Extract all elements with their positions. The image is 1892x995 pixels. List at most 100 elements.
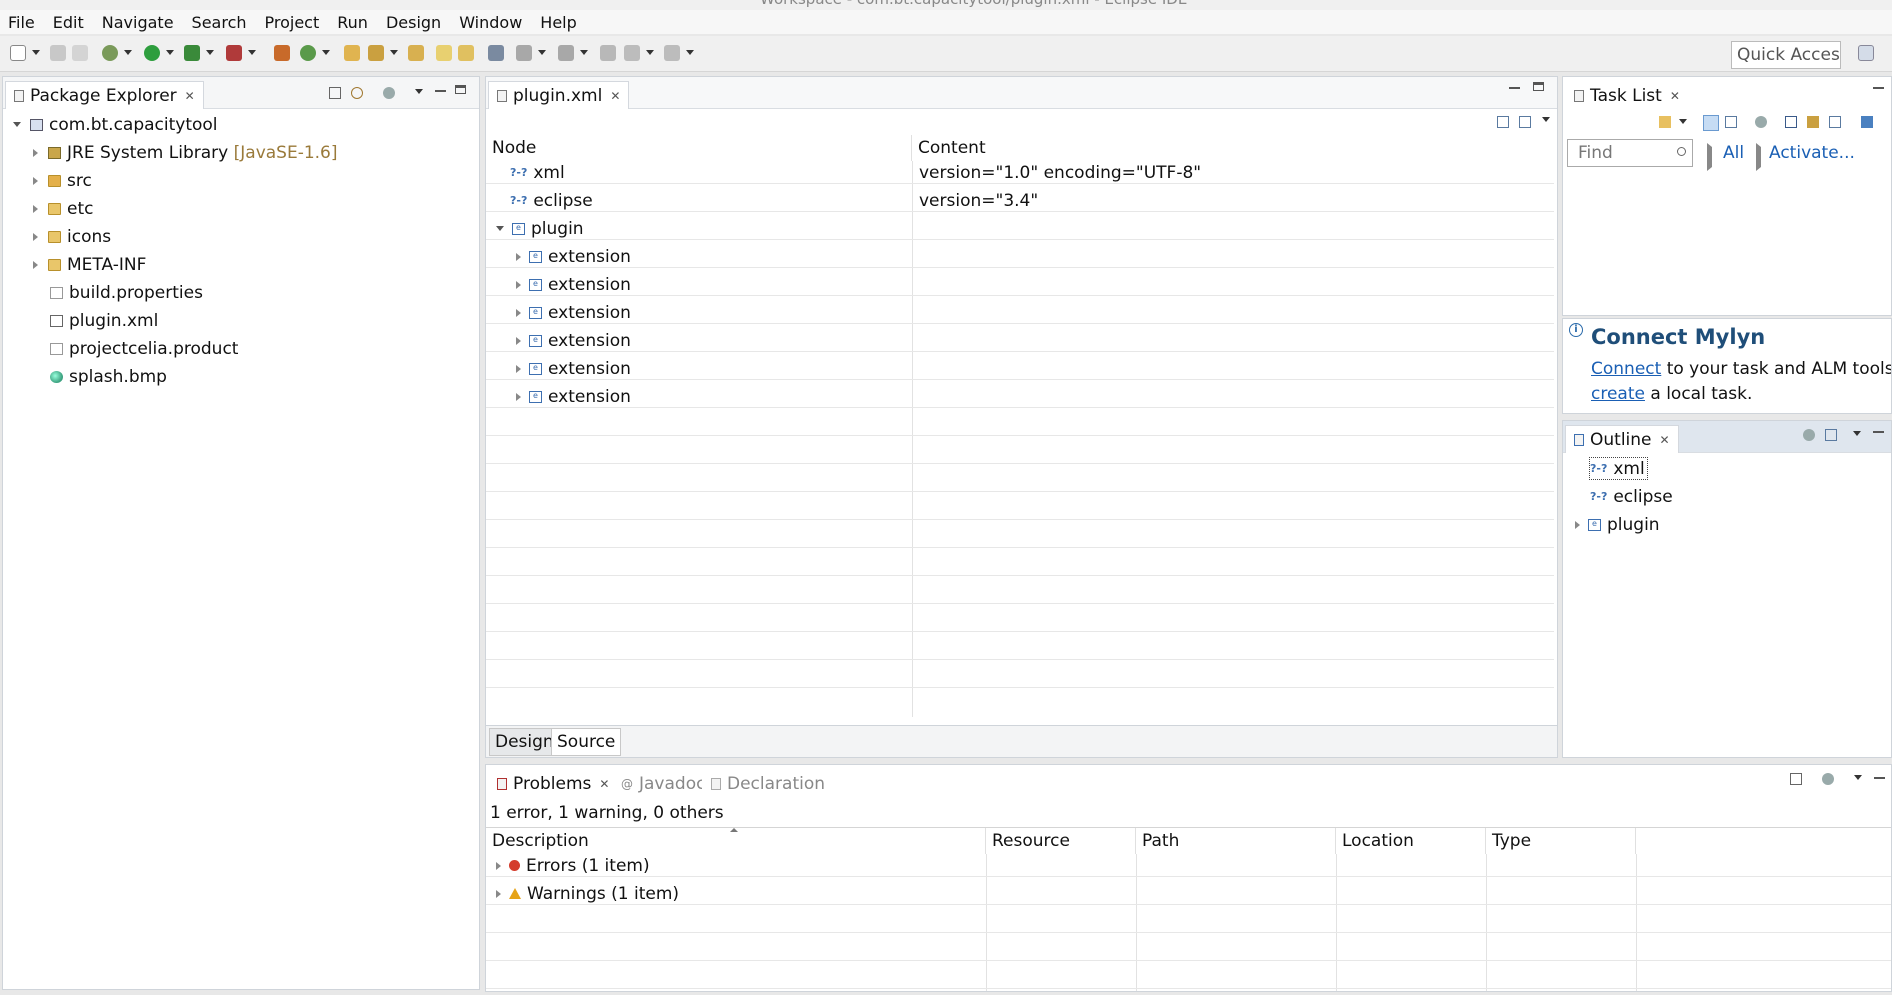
menu-project[interactable]: Project <box>265 13 320 32</box>
outline-item-eclipse[interactable]: ?-? eclipse <box>1590 485 1673 508</box>
column-header-location[interactable]: Location <box>1336 828 1486 854</box>
column-header-node[interactable]: Node <box>486 135 912 161</box>
previous-annotation-dropdown-icon[interactable] <box>580 50 588 55</box>
tab-outline[interactable]: Outline ✕ <box>1565 425 1679 453</box>
column-header-content[interactable]: Content <box>912 135 1554 161</box>
search-icon[interactable] <box>368 45 384 61</box>
problems-menu-dropdown-icon[interactable] <box>1854 775 1862 780</box>
problems-group-errors[interactable]: Errors (1 item) <box>486 854 1891 877</box>
coverage-icon[interactable] <box>184 45 200 61</box>
minimize-icon[interactable] <box>1873 87 1884 89</box>
menu-help[interactable]: Help <box>540 13 576 32</box>
outline-sync-icon[interactable] <box>1803 429 1815 441</box>
menu-run[interactable]: Run <box>337 13 368 32</box>
menu-file[interactable]: File <box>8 13 35 32</box>
collapsed-twisty-icon[interactable] <box>516 280 521 289</box>
next-annotation-icon[interactable] <box>516 45 532 61</box>
collapsed-twisty-icon[interactable] <box>516 252 521 261</box>
open-perspective-icon[interactable] <box>1858 45 1874 61</box>
expanded-twisty-icon[interactable] <box>496 226 504 231</box>
next-annotation-dropdown-icon[interactable] <box>538 50 546 55</box>
tab-package-explorer[interactable]: Package Explorer ✕ <box>5 81 204 109</box>
link-with-editor-icon[interactable] <box>351 87 363 99</box>
previous-annotation-icon[interactable] <box>558 45 574 61</box>
tab-task-list[interactable]: Task List ✕ <box>1565 81 1689 109</box>
focus-icon[interactable] <box>1807 116 1819 128</box>
tree-item-meta-inf[interactable]: META-INF <box>3 253 146 276</box>
minimize-icon[interactable] <box>1873 431 1884 433</box>
tree-item-build-properties[interactable]: build.properties <box>3 281 203 304</box>
new-icon[interactable] <box>10 45 26 61</box>
close-icon[interactable]: ✕ <box>185 89 195 103</box>
last-edit-location-icon[interactable] <box>600 45 616 61</box>
toggle-breadcrumb-icon[interactable] <box>436 45 452 61</box>
back-dropdown-icon[interactable] <box>646 50 654 55</box>
tree-item-icons[interactable]: icons <box>3 225 111 248</box>
close-icon[interactable]: ✕ <box>610 89 620 103</box>
external-tools-dropdown-icon[interactable] <box>248 50 256 55</box>
collapsed-twisty-icon[interactable] <box>516 364 521 373</box>
collapsed-twisty-icon[interactable] <box>33 260 38 269</box>
minimize-icon[interactable] <box>1874 777 1885 779</box>
debug-icon[interactable] <box>102 45 118 61</box>
collapsed-twisty-icon[interactable] <box>33 148 38 157</box>
column-header-path[interactable]: Path <box>1136 828 1336 854</box>
external-tools-icon[interactable] <box>226 45 242 61</box>
minimize-icon[interactable] <box>435 90 446 92</box>
view-menu-icon[interactable] <box>1822 773 1834 785</box>
menu-window[interactable]: Window <box>459 13 522 32</box>
view-menu-dropdown-icon[interactable] <box>415 89 423 94</box>
grid-row-plugin[interactable]: e plugin <box>486 217 1554 240</box>
task-find-input[interactable]: Find <box>1567 139 1693 167</box>
grid-row-extension[interactable]: e extension <box>486 245 1554 268</box>
grid-row-extension[interactable]: e extension <box>486 301 1554 324</box>
collapse-all-icon[interactable] <box>1829 116 1841 128</box>
column-header-resource[interactable]: Resource <box>986 828 1136 854</box>
collapsed-twisty-icon[interactable] <box>1575 520 1580 529</box>
outline-item-xml[interactable]: ?-? xml <box>1589 457 1648 480</box>
view-menu-icon[interactable] <box>383 87 395 99</box>
tab-javadoc[interactable]: @ Javadoc <box>612 769 715 797</box>
outline-item-plugin[interactable]: e plugin <box>1575 513 1660 536</box>
collapsed-twisty-icon[interactable] <box>496 889 501 898</box>
collapsed-twisty-icon[interactable] <box>33 204 38 213</box>
new-class-dropdown-icon[interactable] <box>322 50 330 55</box>
tree-item-product[interactable]: projectcelia.product <box>3 337 238 360</box>
open-task-icon[interactable] <box>408 45 424 61</box>
tree-item-src[interactable]: src <box>3 169 92 192</box>
activate-twisty-icon[interactable] <box>1756 143 1761 171</box>
quick-access-input[interactable]: Quick Access <box>1731 41 1841 69</box>
menu-navigate[interactable]: Navigate <box>102 13 174 32</box>
menu-design[interactable]: Design <box>386 13 441 32</box>
column-header-type[interactable]: Type <box>1486 828 1636 854</box>
new-task-icon[interactable] <box>1659 116 1671 128</box>
collapsed-twisty-icon[interactable] <box>33 176 38 185</box>
tree-item-project[interactable]: com.bt.capacitytool <box>3 113 218 136</box>
editor-menu-dropdown-icon[interactable] <box>1542 117 1550 122</box>
forward-dropdown-icon[interactable] <box>686 50 694 55</box>
synchronize-icon[interactable] <box>1755 116 1767 128</box>
back-icon[interactable] <box>624 45 640 61</box>
collapsed-twisty-icon[interactable] <box>496 861 501 870</box>
collapsed-twisty-icon[interactable] <box>516 308 521 317</box>
tab-design[interactable]: Design <box>489 728 560 756</box>
grid-row-extension[interactable]: e extension <box>486 357 1554 380</box>
collapse-all-icon[interactable] <box>1825 429 1837 441</box>
hide-completed-icon[interactable] <box>1785 116 1797 128</box>
collapsed-twisty-icon[interactable] <box>33 232 38 241</box>
menu-edit[interactable]: Edit <box>53 13 84 32</box>
maximize-icon[interactable] <box>1533 82 1544 91</box>
debug-dropdown-icon[interactable] <box>124 50 132 55</box>
connect-link[interactable]: Connect <box>1591 359 1661 379</box>
categorized-icon[interactable] <box>1703 115 1719 131</box>
mark-occurrences-icon[interactable] <box>458 45 474 61</box>
task-view-menu-icon[interactable] <box>1861 116 1873 128</box>
expanded-twisty-icon[interactable] <box>13 122 21 127</box>
save-all-icon[interactable] <box>72 45 88 61</box>
tree-item-etc[interactable]: etc <box>3 197 93 220</box>
create-link[interactable]: create <box>1591 384 1645 404</box>
new-plugin-icon[interactable] <box>274 45 290 61</box>
all-link[interactable]: All <box>1723 143 1744 163</box>
forward-icon[interactable] <box>664 45 680 61</box>
all-twisty-icon[interactable] <box>1707 143 1712 171</box>
